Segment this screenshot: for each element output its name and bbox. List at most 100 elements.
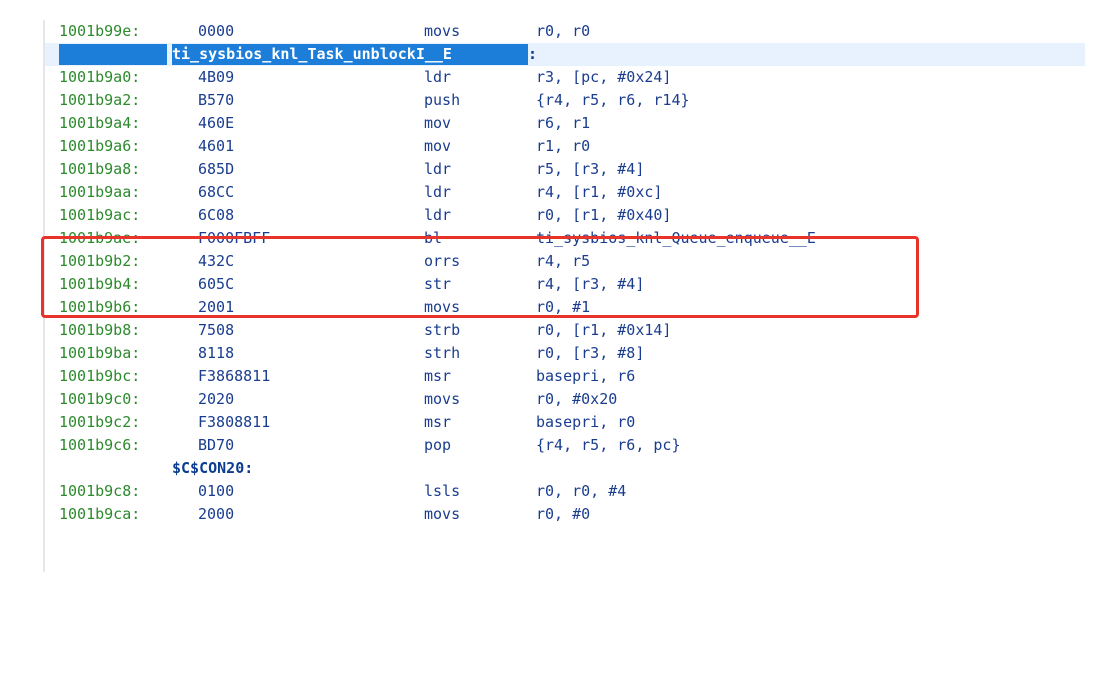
instruction-row[interactable]: 1001b9a2: B570 push {r4, r5, r6, r14} [45, 89, 1085, 112]
mnemonic-cell: mov [424, 114, 452, 132]
operands-cell: r0, #1 [536, 298, 591, 316]
opcode-cell: 2000 [198, 505, 235, 523]
instruction-row[interactable]: 1001b9b6: 2001 movs r0, #1 [45, 296, 1085, 319]
data-label-row[interactable]: $C$CON20: [45, 457, 1085, 480]
address-cell: 1001b9b2: [59, 252, 141, 270]
opcode-cell: F000FBFF [198, 229, 271, 247]
address-cell: 1001b9b6: [59, 298, 141, 316]
opcode-cell: 460E [198, 114, 235, 132]
mnemonic-cell: msr [424, 413, 452, 431]
opcode-cell: 0000 [198, 22, 235, 40]
opcode-cell: F3868811 [198, 367, 271, 385]
instruction-row[interactable]: 1001b9b8: 7508 strb r0, [r1, #0x14] [45, 319, 1085, 342]
operands-cell: basepri, r6 [536, 367, 636, 385]
operands-cell: r0, [r1, #0x14] [536, 321, 672, 339]
operands-cell: r1, r0 [536, 137, 591, 155]
operands-cell: r6, r1 [536, 114, 591, 132]
instruction-row[interactable]: 1001b9c6: BD70 pop {r4, r5, r6, pc} [45, 434, 1085, 457]
selected-label-row[interactable]: ti_sysbios_knl_Task_unblockI__E: [45, 43, 1085, 66]
instruction-row[interactable]: 1001b9ae: F000FBFF bl ti_sysbios_knl_Queue_… [45, 227, 1085, 250]
address-cell: 1001b99e: [59, 22, 141, 40]
address-cell: 1001b9c8: [59, 482, 141, 500]
address-cell: 1001b9c2: [59, 413, 141, 431]
address-cell: 1001b9b4: [59, 275, 141, 293]
operands-cell: r4, [r1, #0xc] [536, 183, 663, 201]
mnemonic-cell: ldr [424, 206, 452, 224]
operands-cell: r0, #0x20 [536, 390, 618, 408]
address-cell: 1001b9a6: [59, 137, 141, 155]
label-colon: : [528, 45, 538, 63]
operands-cell: r0, r0, #4 [536, 482, 627, 500]
function-label: ti_sysbios_knl_Task_unblockI__E [172, 45, 452, 63]
opcode-cell: 2020 [198, 390, 235, 408]
instruction-row[interactable]: 1001b9ac: 6C08 ldr r0, [r1, #0x40] [45, 204, 1085, 227]
mnemonic-cell: ldr [424, 160, 452, 178]
address-cell: 1001b9a2: [59, 91, 141, 109]
operands-cell: ti_sysbios_knl_Queue_enqueue__E [536, 229, 816, 247]
opcode-cell: 68CC [198, 183, 235, 201]
instruction-row[interactable]: 1001b9a8: 685D ldr r5, [r3, #4] [45, 158, 1085, 181]
instruction-row[interactable]: 1001b9a4: 460E mov r6, r1 [45, 112, 1085, 135]
opcode-cell: B570 [198, 91, 235, 109]
mnemonic-cell: ldr [424, 183, 452, 201]
instruction-row[interactable]: 1001b9ca: 2000 movs r0, #0 [45, 503, 1085, 526]
mnemonic-cell: str [424, 275, 452, 293]
opcode-cell: 2001 [198, 298, 235, 316]
instruction-row[interactable]: 1001b9a6: 4601 mov r1, r0 [45, 135, 1085, 158]
disassembly-listing: 1001b99e: 0000 movs r0, r0 ti_sysbios_knl_Ta… [43, 20, 1085, 572]
mnemonic-cell: bl [424, 229, 443, 247]
operands-cell: r5, [r3, #4] [536, 160, 645, 178]
mnemonic-cell: strb [424, 321, 461, 339]
address-cell: 1001b9a8: [59, 160, 141, 178]
operands-cell: r0, r0 [536, 22, 591, 40]
instruction-row[interactable]: 1001b9a0: 4B09 ldr r3, [pc, #0x24] [45, 66, 1085, 89]
operands-cell: r0, [r3, #8] [536, 344, 645, 362]
operands-cell: r4, r5 [536, 252, 591, 270]
mnemonic-cell: movs [424, 505, 461, 523]
opcode-cell: 432C [198, 252, 235, 270]
opcode-cell: 0100 [198, 482, 235, 500]
instruction-row[interactable]: 1001b99e: 0000 movs r0, r0 [45, 20, 1085, 43]
opcode-cell: 4B09 [198, 68, 235, 86]
operands-cell: r0, #0 [536, 505, 591, 523]
address-cell: 1001b9bc: [59, 367, 141, 385]
mnemonic-cell: movs [424, 22, 461, 40]
mnemonic-cell: pop [424, 436, 452, 454]
address-cell: 1001b9ba: [59, 344, 141, 362]
instruction-row[interactable]: 1001b9c8: 0100 lsls r0, r0, #4 [45, 480, 1085, 503]
instruction-row[interactable]: 1001b9ba: 8118 strh r0, [r3, #8] [45, 342, 1085, 365]
instruction-row[interactable]: 1001b9c0: 2020 movs r0, #0x20 [45, 388, 1085, 411]
instruction-row[interactable]: 1001b9b2: 432C orrs r4, r5 [45, 250, 1085, 273]
mnemonic-cell: strh [424, 344, 461, 362]
mnemonic-cell: lsls [424, 482, 461, 500]
mnemonic-cell: mov [424, 137, 452, 155]
address-cell: 1001b9c0: [59, 390, 141, 408]
instruction-row[interactable]: 1001b9aa: 68CC ldr r4, [r1, #0xc] [45, 181, 1085, 204]
instruction-row[interactable]: 1001b9bc: F3868811 msr basepri, r6 [45, 365, 1085, 388]
selection-highlight [59, 44, 167, 65]
opcode-cell: 6C08 [198, 206, 235, 224]
instruction-row[interactable]: 1001b9b4: 605C str r4, [r3, #4] [45, 273, 1085, 296]
opcode-cell: 4601 [198, 137, 235, 155]
mnemonic-cell: movs [424, 298, 461, 316]
operands-cell: basepri, r0 [536, 413, 636, 431]
opcode-cell: 8118 [198, 344, 235, 362]
opcode-cell: 605C [198, 275, 235, 293]
address-cell: 1001b9a0: [59, 68, 141, 86]
mnemonic-cell: orrs [424, 252, 461, 270]
opcode-cell: 685D [198, 160, 235, 178]
opcode-cell: BD70 [198, 436, 235, 454]
operands-cell: r0, [r1, #0x40] [536, 206, 672, 224]
address-cell: 1001b9ac: [59, 206, 141, 224]
opcode-cell: F3808811 [198, 413, 271, 431]
address-cell: 1001b9ae: [59, 229, 141, 247]
address-cell: 1001b9ca: [59, 505, 141, 523]
address-cell: 1001b9a4: [59, 114, 141, 132]
opcode-cell: 7508 [198, 321, 235, 339]
mnemonic-cell: ldr [424, 68, 452, 86]
operands-cell: r4, [r3, #4] [536, 275, 645, 293]
operands-cell: {r4, r5, r6, pc} [536, 436, 681, 454]
instruction-row[interactable]: 1001b9c2: F3808811 msr basepri, r0 [45, 411, 1085, 434]
address-cell: 1001b9c6: [59, 436, 141, 454]
mnemonic-cell: msr [424, 367, 452, 385]
